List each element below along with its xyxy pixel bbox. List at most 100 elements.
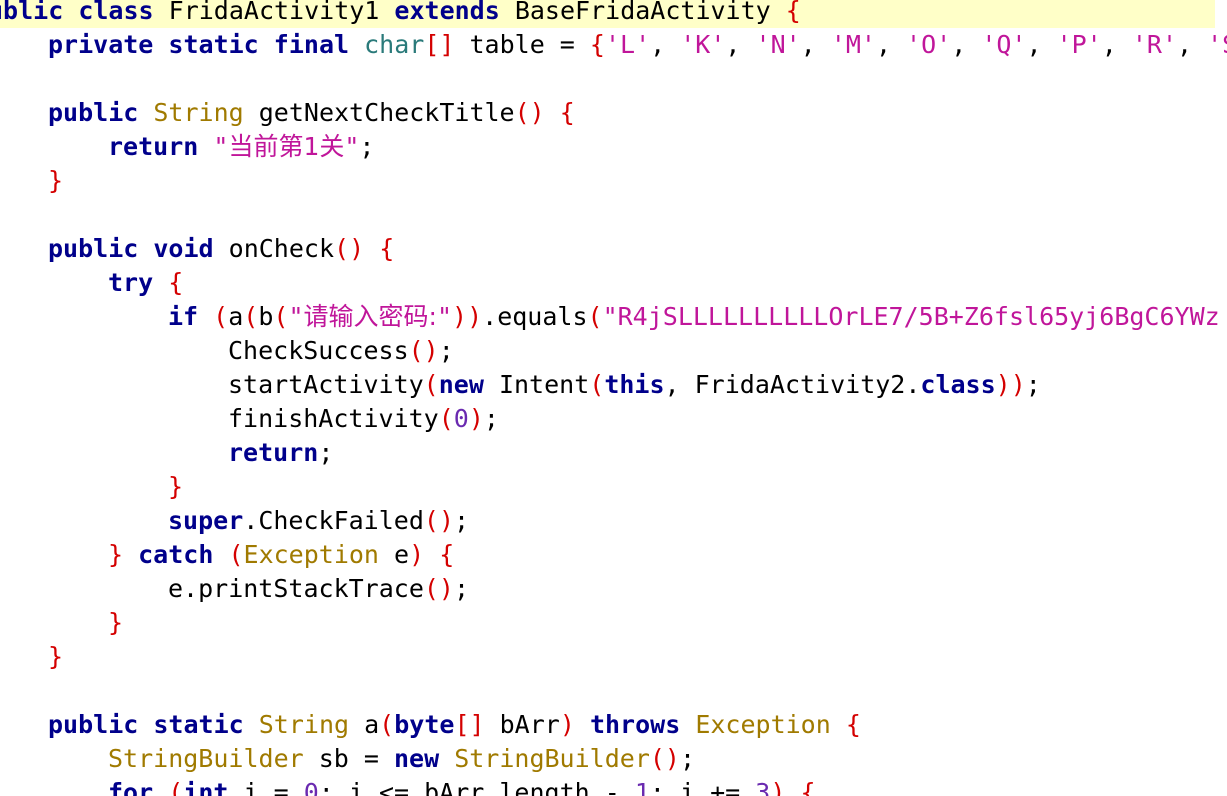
code-token: if — [168, 302, 199, 331]
code-line[interactable]: return "当前第1关"; — [0, 130, 374, 164]
code-line[interactable]: public void onCheck() { — [0, 232, 394, 266]
code-token: 'K' — [680, 30, 726, 59]
code-line[interactable]: } — [0, 164, 63, 198]
code-token: } — [108, 540, 124, 569]
code-line[interactable]: super.CheckFailed(); — [0, 504, 469, 538]
code-token: private — [48, 30, 154, 59]
code-editor[interactable]: ublic class FridaActivity1 extends BaseF… — [0, 0, 1227, 796]
code-token: , — [650, 30, 681, 59]
code-token: final — [273, 30, 350, 59]
code-token: , FridaActivity2. — [664, 370, 921, 399]
code-token: i = — [228, 778, 304, 796]
code-line[interactable]: try { — [0, 266, 183, 300]
code-token: public — [48, 234, 139, 263]
code-token: 0 — [303, 778, 319, 796]
code-token: startActivity — [228, 370, 424, 399]
code-token: class — [78, 0, 154, 25]
code-token: this — [604, 370, 665, 399]
code-line[interactable]: if (a(b("请输入密码:")).equals("R4jSLLLLLLLLL… — [0, 300, 1220, 334]
code-token: 'N' — [755, 30, 801, 59]
code-line[interactable]: return; — [0, 436, 333, 470]
code-token: e.printStackTrace — [168, 574, 424, 603]
code-token: " — [288, 302, 304, 331]
code-line[interactable]: finishActivity(0); — [0, 402, 499, 436]
code-token: { — [379, 234, 395, 263]
code-token: throws — [589, 710, 681, 739]
code-token: ; i <= bArr.length - — [318, 778, 635, 796]
code-token: ublic — [0, 0, 64, 25]
code-line[interactable]: public String getNextCheckTitle() { — [0, 96, 575, 130]
code-token: static — [153, 710, 244, 739]
code-token: { — [559, 98, 575, 127]
code-token: Intent — [483, 370, 590, 399]
code-token: () — [649, 744, 680, 773]
code-token: } — [48, 166, 64, 195]
code-token: () — [423, 574, 454, 603]
code-token: () — [408, 336, 439, 365]
code-line[interactable]: public static String a(byte[] bArr) thro… — [0, 708, 861, 742]
code-token: ; — [483, 404, 499, 433]
current-code-line[interactable]: ublic class FridaActivity1 extends BaseF… — [0, 0, 1215, 28]
code-token: public — [48, 710, 139, 739]
code-token: 1 — [634, 778, 650, 796]
code-token: ) — [468, 404, 484, 433]
code-line[interactable]: } — [0, 470, 183, 504]
code-line[interactable]: CheckSuccess(); — [0, 334, 454, 368]
code-token: 'L' — [604, 30, 651, 59]
code-token: ; — [679, 744, 696, 773]
code-token: , — [800, 30, 831, 59]
code-line[interactable]: startActivity(new Intent(this, FridaActi… — [0, 368, 1041, 402]
code-token: int — [183, 778, 229, 796]
code-token: [] — [454, 710, 485, 739]
code-token: static — [168, 30, 259, 59]
code-token: table = — [454, 30, 590, 59]
code-token: ; — [1025, 370, 1041, 399]
code-line[interactable]: private static final char[] table = {'L'… — [0, 28, 1227, 62]
code-token: 'S — [1207, 30, 1227, 59]
code-token: ( — [438, 404, 454, 433]
code-token: BaseFridaActivity — [499, 0, 786, 25]
code-token: } — [168, 472, 184, 501]
code-token: " — [213, 132, 229, 161]
code-line[interactable]: } — [0, 640, 63, 674]
code-line[interactable]: e.printStackTrace(); — [0, 572, 469, 606]
code-line[interactable]: for (int i = 0; i <= bArr.length - 1; i … — [0, 776, 816, 796]
code-token: byte — [394, 710, 455, 739]
code-token: () — [514, 98, 545, 127]
code-token: 'O' — [906, 30, 952, 59]
code-token: void — [153, 234, 214, 263]
code-token: new — [393, 744, 440, 773]
code-token: ( — [243, 302, 259, 331]
code-token: char — [364, 30, 425, 59]
code-token: onCheck — [213, 234, 335, 263]
code-token: )) — [995, 370, 1026, 399]
code-token: 'P' — [1056, 30, 1102, 59]
code-token: String — [258, 710, 350, 739]
code-token: "R4jSLLLLLLLLLLOrLE7/5B+Z6fsl65yj6BgC6YW… — [602, 302, 1220, 331]
code-token: ; — [453, 574, 470, 603]
code-token: for — [108, 778, 154, 796]
code-line[interactable]: } — [0, 606, 123, 640]
code-token: ) — [770, 778, 786, 796]
code-line[interactable]: } catch (Exception e) { — [0, 538, 454, 572]
code-token: ; — [359, 132, 375, 161]
code-token: b — [258, 302, 274, 331]
code-line[interactable]: StringBuilder sb = new StringBuilder(); — [0, 742, 695, 776]
code-token: () — [334, 234, 365, 263]
code-token: , — [725, 30, 756, 59]
